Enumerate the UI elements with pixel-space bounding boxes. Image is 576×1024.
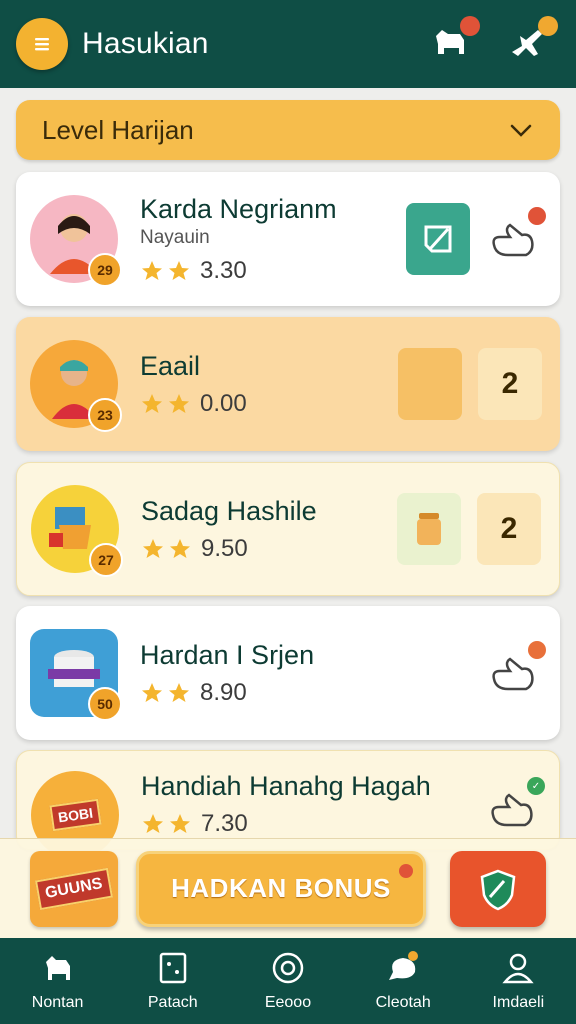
avatar: 27 — [31, 485, 123, 577]
item-title: Hardan I Srjen — [140, 639, 315, 670]
level-badge: 29 — [88, 253, 122, 287]
star-icon — [170, 538, 190, 558]
rating: 8.90 — [140, 679, 486, 707]
counter-value: 2 — [501, 367, 519, 400]
check-badge: ✓ — [527, 777, 545, 795]
star-icon — [169, 682, 189, 702]
list-item[interactable]: 23 Eaail 0.00 2 — [16, 317, 560, 451]
sparkle-icon — [399, 863, 413, 878]
nav-item-nontan[interactable]: Nontan — [3, 950, 113, 1012]
list-item[interactable]: BOBI Handiah Hanahg Hagah 7.30 ✓ — [16, 750, 560, 859]
rating-value: 3.30 — [200, 256, 247, 284]
target-icon — [272, 952, 304, 984]
flight-button[interactable] — [508, 16, 558, 66]
level-dropdown-label: Level Harijan — [42, 114, 194, 145]
nav-label: Cleotah — [375, 994, 431, 1011]
notification-badge — [460, 16, 480, 36]
nav-label: Imdaeli — [492, 994, 545, 1011]
rating: 9.50 — [141, 535, 397, 563]
bonus-button[interactable]: HADKAN BONUS — [136, 850, 426, 927]
dog-icon — [45, 956, 70, 980]
item-subtitle: Nayauin — [140, 226, 210, 248]
level-badge: 23 — [88, 398, 122, 432]
nav-item-cleotah[interactable]: Cleotah — [348, 950, 458, 1012]
bonus-strip: GUUNS HADKAN BONUS — [0, 838, 576, 938]
rating-value: 0.00 — [200, 389, 247, 417]
star-icon — [143, 814, 163, 833]
bonus-logo[interactable]: GUUNS — [30, 850, 118, 927]
redeem-button[interactable] — [406, 203, 470, 275]
brand-logo: BOBI — [48, 798, 102, 832]
chevron-down-icon — [510, 124, 532, 137]
star-icon — [169, 260, 189, 280]
level-badge: 50 — [88, 687, 122, 721]
star-icon — [142, 393, 162, 413]
nav-item-imdaeli[interactable]: Imdaeli — [463, 950, 573, 1012]
menu-icon — [35, 38, 49, 51]
rating: 0.00 — [140, 390, 398, 418]
chat-icon — [389, 951, 419, 980]
list-item[interactable]: 29 Karda Negrianm Nayauin 3.30 — [16, 172, 560, 306]
avatar: 23 — [30, 340, 122, 432]
placeholder-tile[interactable] — [398, 348, 462, 420]
tap-button[interactable] — [486, 641, 546, 701]
star-icon — [169, 393, 189, 413]
rating: 3.30 — [140, 257, 406, 285]
profile-icon — [502, 953, 534, 984]
star-icon — [142, 682, 162, 702]
star-icon — [142, 260, 162, 280]
nav-item-patach[interactable]: Patach — [118, 950, 228, 1012]
jar-icon — [417, 513, 441, 545]
nav-label: Nontan — [31, 994, 84, 1011]
top-app-bar: Hasukian — [0, 0, 576, 88]
notification-badge — [528, 207, 546, 225]
rating: 7.30 — [141, 810, 485, 838]
avatar: 50 — [30, 629, 122, 721]
notifications-button[interactable] — [430, 16, 480, 66]
tap-button[interactable]: ✓ — [485, 777, 545, 837]
list-item[interactable]: 27 Sadag Hashile 9.50 2 — [16, 462, 560, 596]
rating-value: 7.30 — [201, 810, 248, 837]
bottom-navigation: Nontan Patach Eeooo Cleotah Imdaeli — [0, 938, 576, 1024]
bonus-button-label: HADKAN BONUS — [171, 873, 391, 903]
jar-tile[interactable] — [397, 493, 461, 565]
app-title: Hasukian — [82, 27, 209, 60]
rating-value: 8.90 — [200, 678, 247, 706]
nav-label: Eeooo — [264, 994, 312, 1011]
counter-tile[interactable]: 2 — [478, 348, 542, 420]
item-title: Handiah Hanahg Hagah — [141, 771, 431, 801]
avatar: 29 — [30, 195, 122, 287]
list-item[interactable]: 50 Hardan I Srjen 8.90 — [16, 606, 560, 740]
menu-button[interactable] — [16, 18, 68, 70]
bonus-logo-text: GUUNS — [35, 867, 113, 910]
rating-value: 9.50 — [201, 534, 248, 562]
nav-label: Patach — [147, 994, 198, 1011]
counter-value: 2 — [500, 512, 518, 545]
notification-badge — [528, 641, 546, 659]
shield-button[interactable] — [450, 850, 546, 927]
star-icon — [170, 814, 190, 833]
star-icon — [143, 538, 163, 558]
card-icon — [159, 952, 187, 984]
item-title: Eaail — [140, 350, 201, 381]
nav-item-eeooo[interactable]: Eeooo — [233, 950, 343, 1012]
ticket-icon — [424, 225, 452, 253]
level-badge: 27 — [89, 543, 123, 577]
tap-button[interactable] — [486, 207, 546, 267]
level-dropdown[interactable]: Level Harijan — [16, 100, 560, 160]
counter-tile[interactable]: 2 — [477, 493, 541, 565]
shield-icon — [480, 869, 516, 910]
notification-badge — [538, 16, 558, 36]
item-title: Karda Negrianm — [140, 193, 337, 224]
item-title: Sadag Hashile — [141, 495, 317, 526]
